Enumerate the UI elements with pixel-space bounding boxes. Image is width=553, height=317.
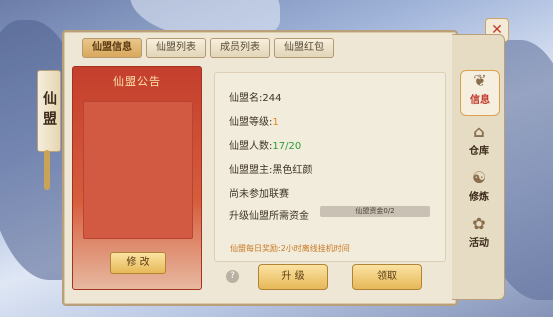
guild-fund-progress-text: 仙盟资金0/2 [355,207,395,215]
guild-fund-progress-bar: 仙盟资金0/2 [320,206,430,217]
side-tab-info[interactable]: ❦ 信息 [460,70,500,116]
notice-content [83,101,193,239]
guild-level-label: 仙盟等级: [229,117,273,128]
guild-name-label: 仙盟名: [229,93,263,104]
daily-reward-text: 仙盟每日奖励:2小时离线挂机时间 [230,244,350,253]
guild-name-row: 仙盟名:244 [229,89,281,104]
guild-level-value: 1 [272,117,279,128]
activity-icon: ✿ [472,214,486,233]
side-tab-warehouse[interactable]: ⌂ 仓库 [460,122,498,166]
edit-notice-button[interactable]: 修 改 [110,252,166,274]
tab-guild-info[interactable]: 仙盟信息 [82,38,142,58]
panel-title-scroll: 仙盟 [37,70,61,152]
guild-level-row: 仙盟等级:1 [229,113,279,128]
guild-members-label: 仙盟人数: [229,141,273,152]
tab-member-list[interactable]: 成员列表 [210,38,270,58]
tab-guild-red-packet[interactable]: 仙盟红包 [274,38,334,58]
league-status: 尚未参加联赛 [229,189,289,200]
side-tab-cultivation-label: 修炼 [469,192,489,203]
tab-guild-list[interactable]: 仙盟列表 [146,38,206,58]
side-tab-warehouse-label: 仓库 [469,146,489,157]
upgrade-button[interactable]: 升 级 [258,264,328,290]
side-tab-activity-label: 活动 [469,238,489,249]
help-button[interactable]: ? [226,270,239,283]
side-tab-cultivation[interactable]: ☯ 修炼 [460,168,498,212]
side-tab-info-label: 信息 [470,95,490,106]
claim-button[interactable]: 领取 [352,264,422,290]
notice-title: 仙盟公告 [113,75,161,88]
info-scroll-icon: ❦ [473,71,487,90]
scroll-tassel [44,150,50,190]
top-tabs: 仙盟信息 仙盟列表 成员列表 仙盟红包 [82,38,334,58]
question-mark-icon: ? [230,271,235,281]
side-tab-activity[interactable]: ✿ 活动 [460,214,498,258]
guild-members-row: 仙盟人数:17/20 [229,137,301,152]
cultivation-icon: ☯ [471,168,487,187]
guild-members-value: 17/20 [272,141,302,152]
guild-leader-label: 仙盟盟主: [229,165,273,176]
guild-leader-row: 仙盟盟主:黑色红颜 [229,161,312,176]
warehouse-icon: ⌂ [473,122,485,141]
guild-name-value: 244 [262,93,282,104]
upgrade-fund-label: 升级仙盟所需资金 [229,211,309,222]
guild-info-card: 仙盟名:244 仙盟等级:1 仙盟人数:17/20 仙盟盟主:黑色红颜 尚未参加… [214,72,446,262]
guild-leader-value: 黑色红颜 [272,165,313,176]
